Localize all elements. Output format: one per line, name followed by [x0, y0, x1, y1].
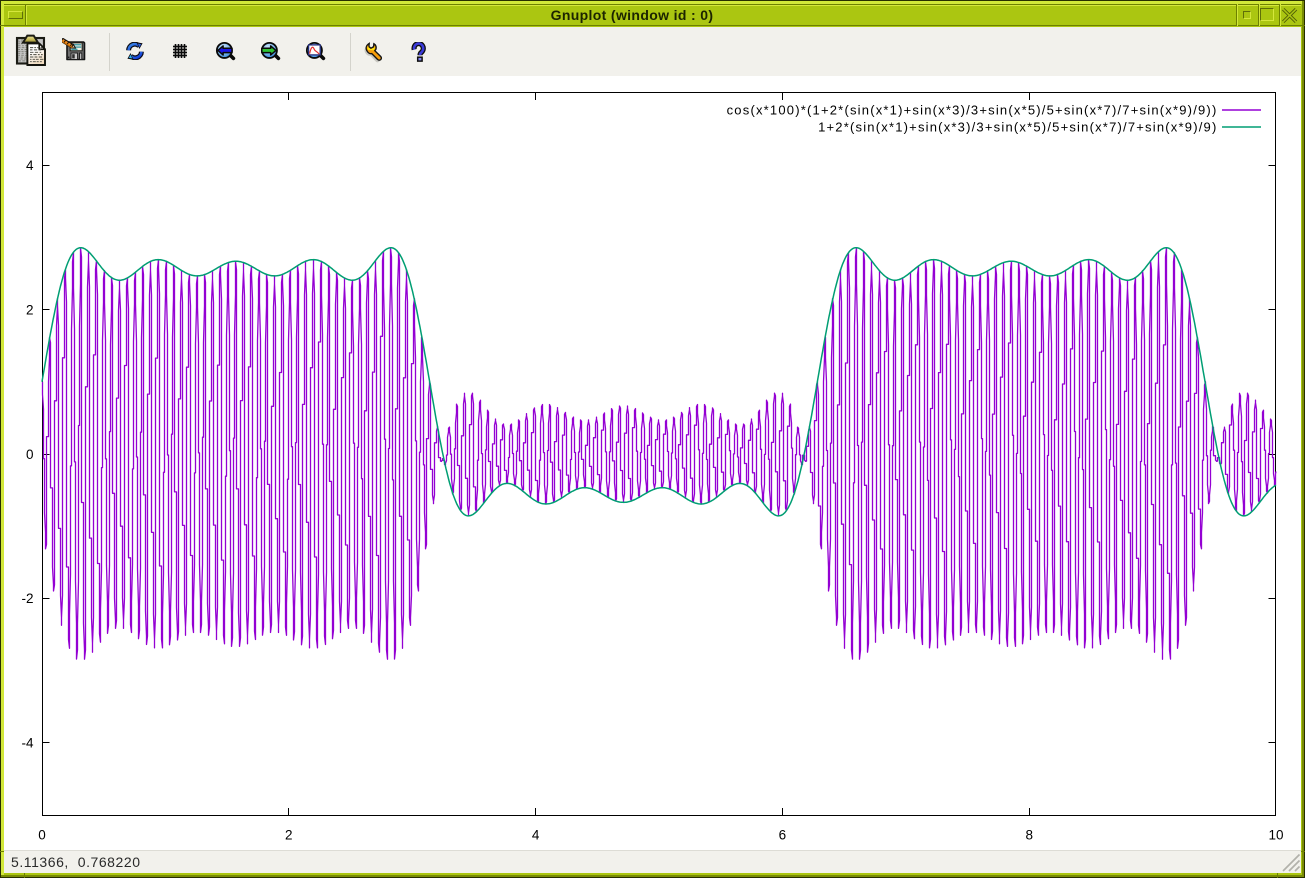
svg-text:0: 0 [26, 447, 34, 462]
svg-text:2: 2 [26, 302, 34, 317]
svg-text:10: 10 [1268, 828, 1283, 843]
svg-text:2: 2 [285, 828, 293, 843]
svg-text:4: 4 [26, 158, 34, 173]
svg-text:-2: -2 [21, 591, 33, 606]
svg-text:8: 8 [1025, 828, 1033, 843]
svg-text:4: 4 [532, 828, 540, 843]
svg-text:-4: -4 [21, 736, 33, 751]
svg-text:cos(x*100)*(1+2*(sin(x*1)+sin(: cos(x*100)*(1+2*(sin(x*1)+sin(x*3)/3+sin… [727, 103, 1218, 118]
svg-text:0: 0 [38, 828, 46, 843]
svg-text:1+2*(sin(x*1)+sin(x*3)/3+sin(x: 1+2*(sin(x*1)+sin(x*3)/3+sin(x*5)/5+sin(… [818, 120, 1217, 135]
svg-text:6: 6 [779, 828, 787, 843]
